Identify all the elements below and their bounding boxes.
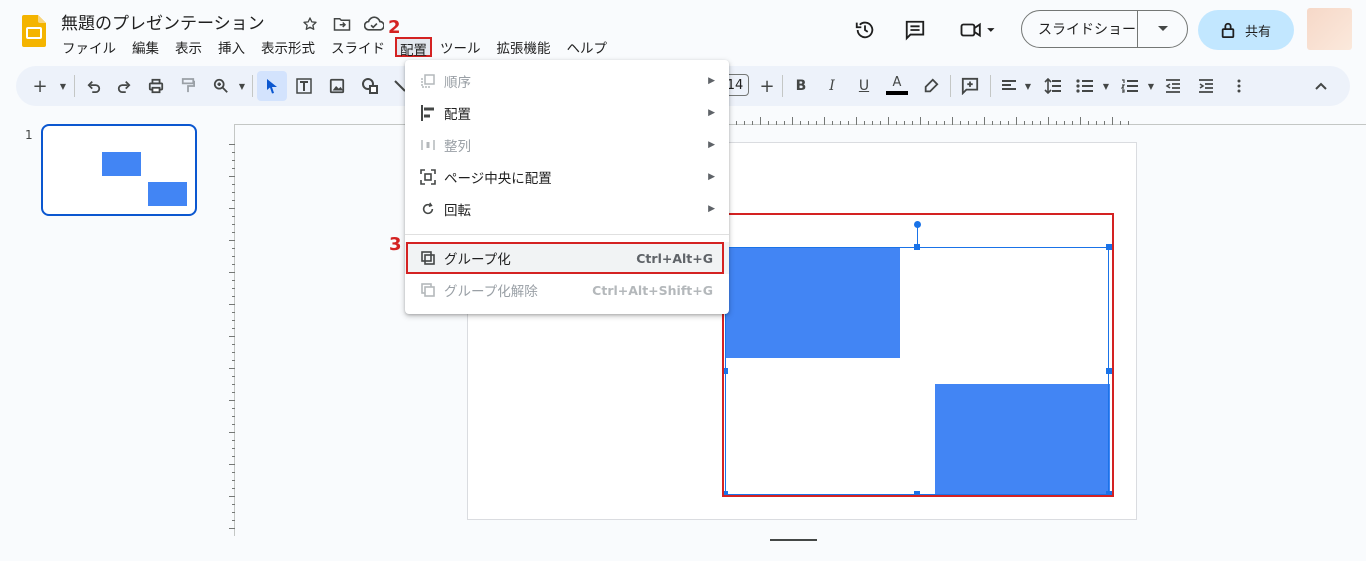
menu-item-order[interactable]: 順序 ▶ bbox=[405, 65, 729, 97]
slides-logo-icon[interactable] bbox=[22, 15, 46, 47]
insert-comment-icon[interactable] bbox=[960, 76, 980, 96]
submenu-arrow-icon: ▶ bbox=[708, 204, 715, 214]
bold-icon[interactable]: B bbox=[791, 76, 811, 96]
bulleted-list-icon[interactable] bbox=[1075, 76, 1095, 96]
menu-item-shortcut: Ctrl+Alt+Shift+G bbox=[592, 282, 713, 298]
share-button[interactable]: 共有 bbox=[1198, 10, 1294, 50]
comment-icon[interactable] bbox=[903, 18, 927, 42]
decrease-indent-icon[interactable] bbox=[1163, 76, 1183, 96]
menu-insert[interactable]: 挿入 bbox=[218, 37, 245, 57]
vertical-ruler bbox=[229, 124, 235, 536]
menu-divider bbox=[405, 234, 729, 235]
collapse-toolbar-icon[interactable] bbox=[1311, 76, 1331, 96]
underline-icon[interactable]: U bbox=[854, 76, 874, 96]
menu-extensions[interactable]: 拡張機能 bbox=[497, 37, 551, 57]
move-to-folder-icon[interactable] bbox=[330, 12, 354, 36]
share-label: 共有 bbox=[1244, 24, 1271, 40]
submenu-arrow-icon: ▶ bbox=[708, 172, 715, 182]
menu-file[interactable]: ファイル bbox=[62, 37, 116, 57]
new-slide-icon[interactable]: + bbox=[30, 76, 50, 97]
horizontal-scrollbar[interactable] bbox=[770, 539, 817, 541]
numbered-list-dropdown-icon[interactable]: ▼ bbox=[1141, 76, 1161, 96]
text-box-icon[interactable] bbox=[294, 76, 314, 96]
toolbar-divider bbox=[950, 75, 951, 97]
version-history-icon[interactable] bbox=[853, 18, 877, 42]
select-cursor-icon[interactable] bbox=[262, 76, 282, 96]
step-3-label: 3 bbox=[389, 234, 402, 255]
line-spacing-icon[interactable] bbox=[1043, 76, 1063, 96]
increase-indent-icon[interactable] bbox=[1196, 76, 1216, 96]
image-icon[interactable] bbox=[327, 76, 347, 96]
menu-item-rotate[interactable]: 回転 ▶ bbox=[405, 193, 729, 225]
align-icon bbox=[420, 105, 436, 121]
increase-font-icon[interactable]: + bbox=[757, 76, 777, 97]
menu-item-label: グループ化解除 bbox=[444, 284, 538, 300]
toolbar-divider bbox=[74, 75, 75, 97]
meet-icon[interactable] bbox=[958, 18, 998, 42]
toolbar-divider bbox=[782, 75, 783, 97]
new-slide-dropdown-icon[interactable]: ▼ bbox=[53, 76, 73, 96]
slideshow-label[interactable]: スライドショー bbox=[1022, 11, 1138, 47]
redo-icon[interactable] bbox=[114, 76, 134, 96]
menu-item-label: 回転 bbox=[444, 203, 471, 219]
cloud-saved-icon[interactable] bbox=[362, 12, 386, 36]
menu-arrange[interactable]: 配置 bbox=[395, 37, 432, 59]
step-1-highlight-box bbox=[722, 213, 1114, 497]
account-avatar[interactable] bbox=[1307, 8, 1352, 50]
bulleted-list-dropdown-icon[interactable]: ▼ bbox=[1096, 76, 1116, 96]
numbered-list-icon[interactable] bbox=[1120, 76, 1140, 96]
zoom-icon[interactable] bbox=[211, 76, 231, 96]
paint-format-icon[interactable] bbox=[178, 76, 198, 96]
menu-item-center-on-page[interactable]: ページ中央に配置 ▶ bbox=[405, 161, 729, 193]
menu-item-align[interactable]: 配置 ▶ bbox=[405, 97, 729, 129]
shape-icon[interactable] bbox=[360, 76, 380, 96]
slide-thumbnail[interactable] bbox=[41, 124, 197, 216]
menu-bar: ファイル 編集 表示 挿入 表示形式 スライド 配置 ツール 拡張機能 ヘルプ bbox=[62, 37, 623, 59]
submenu-arrow-icon: ▶ bbox=[708, 76, 715, 86]
menu-item-label: ページ中央に配置 bbox=[444, 171, 552, 187]
thumbnail-shape-2 bbox=[148, 182, 187, 206]
undo-icon[interactable] bbox=[84, 76, 104, 96]
align-left-icon[interactable] bbox=[999, 76, 1019, 96]
submenu-arrow-icon: ▶ bbox=[708, 140, 715, 150]
highlight-color-icon[interactable] bbox=[921, 76, 941, 96]
menu-view[interactable]: 表示 bbox=[175, 37, 202, 57]
menu-tools[interactable]: ツール bbox=[440, 37, 481, 57]
slideshow-dropdown-icon[interactable] bbox=[1138, 26, 1187, 32]
order-icon bbox=[420, 74, 436, 88]
toolbar-divider bbox=[252, 75, 253, 97]
lock-icon bbox=[1221, 22, 1235, 38]
step-3-highlight-box bbox=[406, 242, 724, 274]
menu-item-label: 順序 bbox=[444, 75, 471, 91]
star-icon[interactable] bbox=[298, 12, 322, 36]
print-icon[interactable] bbox=[146, 76, 166, 96]
more-options-icon[interactable] bbox=[1229, 76, 1249, 96]
menu-slide[interactable]: スライド bbox=[331, 37, 385, 57]
ungroup-icon bbox=[420, 283, 436, 297]
text-color-icon[interactable]: A bbox=[886, 76, 908, 96]
menu-item-label: 整列 bbox=[444, 139, 471, 155]
italic-icon[interactable]: I bbox=[822, 76, 842, 96]
center-on-page-icon bbox=[420, 169, 436, 185]
menu-format[interactable]: 表示形式 bbox=[261, 37, 315, 57]
menu-help[interactable]: ヘルプ bbox=[567, 37, 608, 57]
menu-item-ungroup[interactable]: グループ化解除 Ctrl+Alt+Shift+G bbox=[405, 274, 729, 306]
menu-item-distribute[interactable]: 整列 ▶ bbox=[405, 129, 729, 161]
step-2-label: 2 bbox=[388, 17, 401, 38]
slide-number: 1 bbox=[25, 128, 33, 142]
menu-item-label: 配置 bbox=[444, 107, 471, 123]
menu-edit[interactable]: 編集 bbox=[132, 37, 159, 57]
distribute-icon bbox=[420, 138, 436, 152]
document-title[interactable]: 無題のプレゼンテーション bbox=[61, 9, 265, 34]
toolbar-divider bbox=[990, 75, 991, 97]
submenu-arrow-icon: ▶ bbox=[708, 108, 715, 118]
align-dropdown-icon[interactable]: ▼ bbox=[1018, 76, 1038, 96]
zoom-dropdown-icon[interactable]: ▼ bbox=[232, 76, 252, 96]
thumbnail-shape-1 bbox=[102, 152, 141, 176]
rotate-icon bbox=[420, 202, 436, 216]
slideshow-button[interactable]: スライドショー bbox=[1021, 10, 1188, 48]
